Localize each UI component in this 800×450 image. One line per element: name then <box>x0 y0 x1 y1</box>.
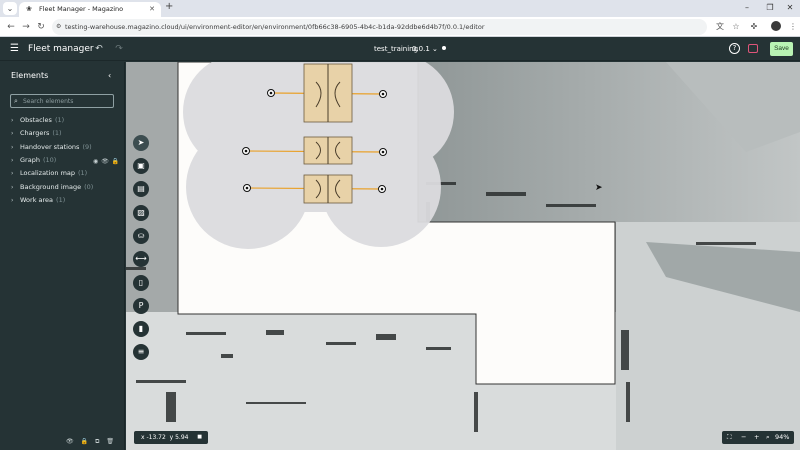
sidebar-title: Elements <box>11 71 49 80</box>
occupancy-map[interactable] <box>126 62 800 450</box>
chevron-right-icon[interactable]: › <box>11 115 20 126</box>
tree-item-handover-stations[interactable]: › Handover stations (9) <box>11 142 121 153</box>
graph-item-tools: ◉ 👁 🔒 <box>93 157 122 166</box>
search-icon: ⌕ <box>14 97 18 105</box>
delete-icon[interactable]: 🗑 <box>106 438 114 445</box>
chevron-right-icon[interactable]: › <box>11 195 20 206</box>
undo-icon[interactable]: ↶ <box>93 43 105 55</box>
chevron-right-icon[interactable]: › <box>11 142 20 153</box>
zoom-out-icon[interactable]: − <box>741 431 746 444</box>
close-tab-icon[interactable]: ✕ <box>149 2 155 17</box>
station-tool-icon[interactable]: ≡ <box>133 344 149 360</box>
translate-icon[interactable]: 文 <box>714 21 726 33</box>
zoom-level-icon: ⌕ <box>766 433 770 441</box>
lock-icon[interactable]: 🔒 <box>112 158 119 165</box>
tree-item-chargers[interactable]: › Chargers (1) <box>11 128 121 139</box>
tree-item-count: (1) <box>52 129 62 137</box>
obstacle-tool-icon[interactable]: ▨ <box>133 205 149 221</box>
zoom-level: 94% <box>775 433 790 441</box>
profile-avatar[interactable] <box>771 21 781 31</box>
tree-item-label: Localization map <box>20 169 76 177</box>
magazino-favicon-icon: ❀ <box>26 5 32 13</box>
browser-tab-bar: ⌄ ❀ Fleet Manager - Magazino ✕ + – ❐ ✕ <box>0 0 800 17</box>
browser-menu-icon[interactable]: ⋮ <box>787 21 799 33</box>
minimize-icon[interactable]: – <box>738 1 756 15</box>
chevron-down-icon: ⌄ <box>432 45 438 53</box>
tree-item-count: (10) <box>42 156 57 164</box>
chevron-right-icon[interactable]: › <box>11 168 20 179</box>
forward-icon[interactable]: → <box>20 21 32 33</box>
fullscreen-icon[interactable]: ⛶ <box>727 431 732 444</box>
browser-tab[interactable]: ❀ Fleet Manager - Magazino ✕ <box>19 2 161 17</box>
sidebar-footer-tools: 👁 🔒 ⧉ 🗑 <box>66 437 121 446</box>
tree-item-label: Obstacles <box>20 116 52 124</box>
search-elements-field[interactable]: ⌕ <box>10 94 114 108</box>
version-value: 0.0.1 <box>412 45 430 53</box>
app-title: Fleet manager <box>28 44 94 54</box>
tree-item-count: (1) <box>54 116 65 124</box>
tree-item-label: Handover stations <box>20 143 80 151</box>
site-info-icon[interactable]: ⚙ <box>56 19 61 35</box>
url-text: testing-warehouse.magazino.cloud/ui/envi… <box>65 23 485 31</box>
unsaved-indicator <box>442 46 446 50</box>
tab-search-icon[interactable]: ⌄ <box>3 2 17 15</box>
extensions-icon[interactable]: ✜ <box>748 21 760 33</box>
copy-coordinates-icon[interactable]: ■ <box>197 431 202 444</box>
parking-tool-icon[interactable]: P <box>133 298 149 314</box>
handover-station-tool-icon[interactable]: ▣ <box>133 158 149 174</box>
browser-address-bar: ← → ↻ ⚙ testing-warehouse.magazino.cloud… <box>0 17 800 37</box>
reload-icon[interactable]: ↻ <box>35 21 47 33</box>
show-all-icon[interactable]: 👁 <box>66 438 74 445</box>
edge-tool-icon[interactable]: ⟷ <box>133 251 149 267</box>
zoom-controls: ⛶ − + ⌕ 94% <box>722 431 794 444</box>
collapse-sidebar-icon[interactable]: ‹ <box>108 71 111 81</box>
save-button[interactable]: Save <box>770 42 793 56</box>
coord-x: x -13.72 <box>141 434 166 441</box>
waypoint-tool-icon[interactable]: ⛀ <box>133 228 149 244</box>
tree-item-count: (1) <box>78 169 88 177</box>
tree-item-count: (1) <box>56 196 66 204</box>
back-icon[interactable]: ← <box>5 21 17 33</box>
tree-item-label: Work area <box>20 196 54 204</box>
mouse-cursor-icon: ➤ <box>595 183 603 193</box>
charger-tool-icon[interactable]: ▯ <box>133 275 149 291</box>
zoom-in-icon[interactable]: + <box>754 431 759 444</box>
chevron-right-icon[interactable]: › <box>11 182 20 193</box>
copy-icon[interactable]: ⧉ <box>95 438 99 445</box>
lock-all-icon[interactable]: 🔒 <box>81 438 88 445</box>
robot-tool-icon[interactable]: ▮ <box>133 321 149 337</box>
tree-item-localization-map[interactable]: › Localization map (1) <box>11 168 121 179</box>
version-select[interactable]: 0.0.1 ⌄ <box>412 43 438 55</box>
url-field[interactable]: ⚙ testing-warehouse.magazino.cloud/ui/en… <box>52 19 707 35</box>
visibility-icon[interactable]: 👁 <box>101 158 109 165</box>
tree-item-work-area[interactable]: › Work area (1) <box>11 195 121 206</box>
tree-item-count: (9) <box>82 143 92 151</box>
browser-tab-title: Fleet Manager - Magazino <box>39 5 124 13</box>
coord-y: y 5.94 <box>169 434 189 441</box>
tree-item-label: Chargers <box>20 129 50 137</box>
restore-icon[interactable]: ❐ <box>761 1 779 15</box>
chevron-right-icon[interactable]: › <box>11 128 20 139</box>
fleet-manager-logo-icon: ☰ <box>10 43 19 54</box>
cursor-coordinates: x -13.72 y 5.94 ■ <box>134 431 208 444</box>
chevron-right-icon[interactable]: › <box>11 155 20 166</box>
new-tab-icon[interactable]: + <box>165 1 173 12</box>
bookmark-star-icon[interactable]: ☆ <box>730 21 742 33</box>
select-tool-icon[interactable]: ➤ <box>133 135 149 151</box>
window-close-icon[interactable]: ✕ <box>781 1 799 15</box>
recording-icon[interactable] <box>748 44 758 53</box>
map-canvas[interactable] <box>126 62 800 450</box>
rack-tool-icon[interactable]: ▤ <box>133 181 149 197</box>
search-input[interactable] <box>23 96 111 106</box>
tree-item-count: (0) <box>84 183 94 191</box>
tree-item-label: Graph <box>20 156 40 164</box>
tree-item-label: Background image <box>20 183 82 191</box>
tree-item-background-image[interactable]: › Background image (0) <box>11 182 121 193</box>
focus-icon[interactable]: ◉ <box>93 158 98 165</box>
help-icon[interactable]: ? <box>729 43 740 54</box>
redo-icon[interactable]: ↷ <box>113 43 125 55</box>
tree-item-obstacles[interactable]: › Obstacles (1) <box>11 115 121 126</box>
